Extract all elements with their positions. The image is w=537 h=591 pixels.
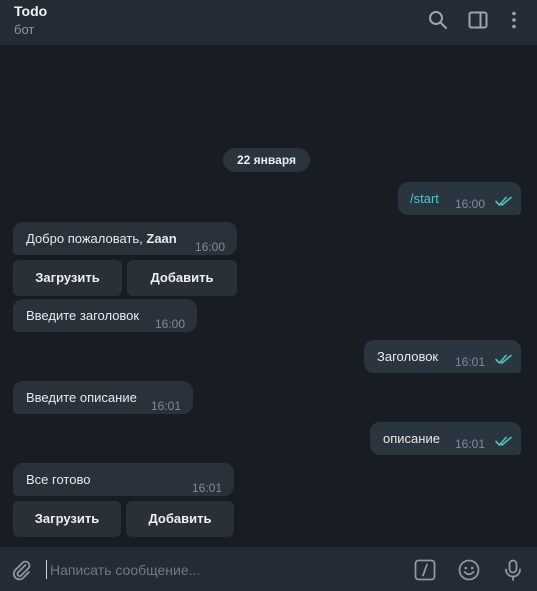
add-button[interactable]: Добавить: [126, 501, 234, 537]
sidebar-toggle-icon[interactable]: [467, 9, 489, 31]
attach-icon[interactable]: [9, 558, 33, 582]
search-icon[interactable]: [427, 9, 449, 31]
more-vertical-icon[interactable]: [503, 9, 525, 31]
bot-commands-icon[interactable]: [413, 558, 437, 582]
message-text: Заголовок: [377, 349, 439, 364]
chat-subtitle: бот: [14, 22, 35, 37]
read-checkmarks-icon: [495, 435, 513, 447]
upload-button[interactable]: Загрузить: [13, 260, 122, 296]
message-text-prefix: Добро пожаловать,: [26, 231, 147, 246]
date-separator: 22 января: [223, 148, 310, 172]
add-button[interactable]: Добавить: [127, 260, 237, 296]
message-time: 16:01: [455, 355, 486, 369]
chat-header: Todo бот: [0, 0, 537, 46]
text-cursor: [46, 560, 47, 579]
message-input[interactable]: [50, 559, 390, 581]
read-checkmarks-icon: [495, 353, 513, 365]
message-incoming[interactable]: Все готово 16:01: [13, 463, 234, 496]
upload-button[interactable]: Загрузить: [13, 501, 121, 537]
message-text: Введите заголовок: [26, 308, 140, 323]
message-incoming[interactable]: Добро пожаловать, Zaan 16:00: [13, 222, 237, 255]
user-name: Zaan: [146, 231, 177, 246]
telegram-chat-window: Todo бот 22 января /start 16:00 Добро по…: [0, 0, 537, 591]
message-text: Добро пожаловать, Zaan: [26, 222, 177, 255]
message-time: 16:00: [155, 317, 186, 331]
chat-title[interactable]: Todo: [14, 3, 47, 19]
read-checkmarks-icon: [495, 195, 513, 207]
message-incoming[interactable]: Введите заголовок 16:00: [13, 299, 197, 332]
message-outgoing[interactable]: описание 16:01: [370, 422, 521, 455]
message-time: 16:00: [455, 197, 486, 211]
message-text: Введите описание: [26, 390, 137, 405]
message-composer: [0, 546, 537, 591]
microphone-icon[interactable]: [501, 558, 525, 582]
emoji-icon[interactable]: [457, 558, 481, 582]
message-time: 16:01: [455, 437, 486, 451]
message-incoming[interactable]: Введите описание 16:01: [13, 381, 193, 414]
message-outgoing[interactable]: Заголовок 16:01: [364, 340, 521, 373]
message-time: 16:01: [151, 399, 182, 413]
message-outgoing[interactable]: /start 16:00: [398, 182, 521, 215]
message-text: описание: [383, 431, 440, 446]
message-list[interactable]: 22 января /start 16:00 Добро пожаловать,…: [0, 47, 537, 546]
bot-command-link[interactable]: /start: [410, 182, 439, 215]
message-text: Все готово: [26, 472, 91, 487]
